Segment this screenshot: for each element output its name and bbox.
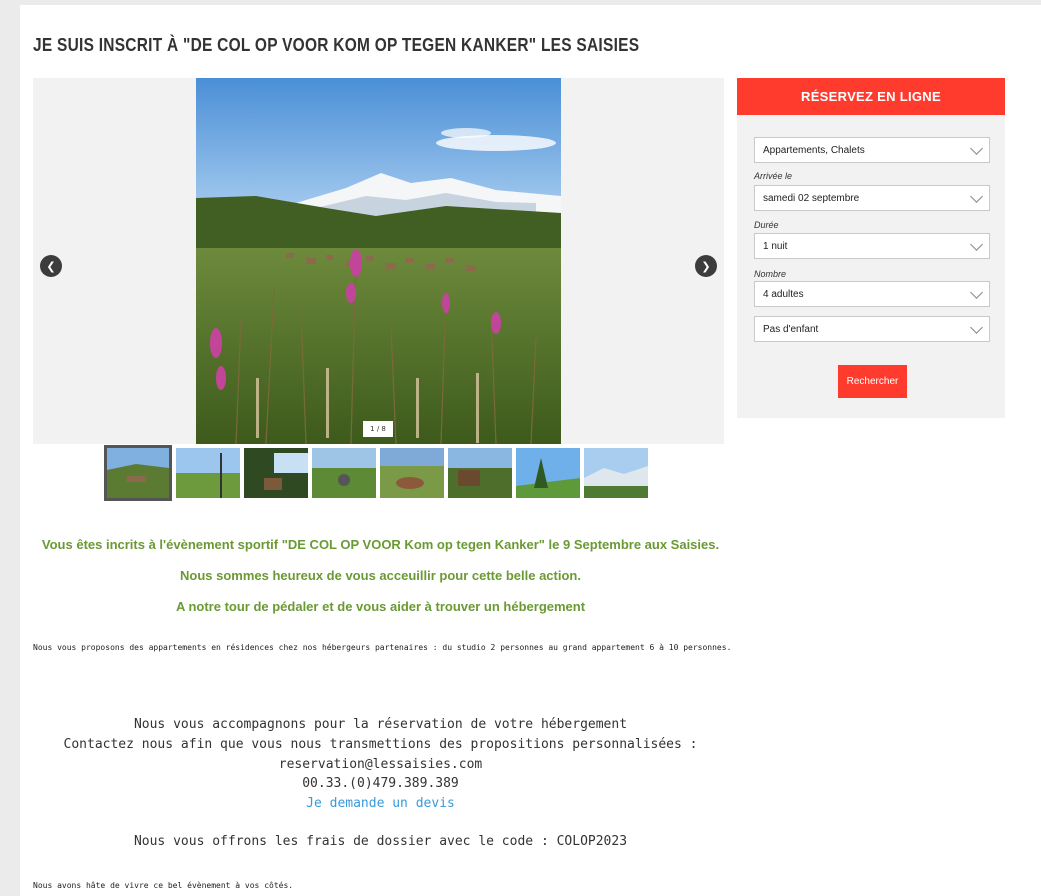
accommodation-type-select[interactable]: Appartements, Chalets — [754, 137, 990, 163]
arrival-date-select[interactable]: samedi 02 septembre — [754, 185, 990, 211]
booking-panel: RÉSERVEZ EN LIGNE Appartements, Chalets … — [737, 78, 1005, 418]
search-button[interactable]: Rechercher — [838, 365, 907, 398]
arrival-date-value: samedi 02 septembre — [763, 192, 860, 204]
slide-counter: 1 / 8 — [363, 421, 393, 437]
thumbnail-6[interactable] — [448, 448, 512, 498]
contact-email: reservation@lessaisies.com — [278, 757, 483, 772]
booking-header: RÉSERVEZ EN LIGNE — [737, 78, 1005, 115]
accommodation-type-value: Appartements, Chalets — [763, 144, 865, 156]
adults-select[interactable]: 4 adultes — [754, 281, 990, 307]
number-label: Nombre — [754, 269, 787, 279]
offer-paragraph: Nous vous proposons des appartements en … — [33, 643, 732, 652]
chevron-down-icon — [970, 286, 983, 299]
contact-line-2: Contactez nous afin que vous nous transm… — [63, 737, 698, 752]
chevron-right-icon[interactable]: ❯ — [695, 255, 717, 277]
contact-phone: 00.33.(0)479.389.389 — [302, 776, 459, 791]
thumbnail-3[interactable] — [244, 448, 308, 498]
chevron-down-icon — [970, 238, 983, 251]
closing-line: Nous avons hâte de vivre ce bel évènemen… — [33, 881, 294, 890]
promo-code-line: Nous vous offrons les frais de dossier a… — [133, 834, 628, 849]
thumbnail-5[interactable] — [380, 448, 444, 498]
children-select[interactable]: Pas d'enfant — [754, 316, 990, 342]
carousel-main-image — [196, 78, 561, 444]
thumbnail-strip — [104, 445, 648, 501]
thumbnail-8[interactable] — [584, 448, 648, 498]
thumbnail-7[interactable] — [516, 448, 580, 498]
chevron-down-icon — [970, 142, 983, 155]
adults-value: 4 adultes — [763, 288, 804, 300]
page-title: JE SUIS INSCRIT À "DE COL OP VOOR KOM OP… — [33, 35, 640, 55]
contact-line-1: Nous vous accompagnons pour la réservati… — [133, 717, 628, 732]
chevron-down-icon — [970, 190, 983, 203]
children-value: Pas d'enfant — [763, 323, 819, 335]
page-content: JE SUIS INSCRIT À "DE COL OP VOOR KOM OP… — [20, 5, 1041, 896]
duration-select[interactable]: 1 nuit — [754, 233, 990, 259]
duration-value: 1 nuit — [763, 240, 788, 252]
thumbnail-2[interactable] — [176, 448, 240, 498]
quote-request-link[interactable]: Je demande un devis — [20, 796, 741, 811]
thumbnail-1[interactable] — [104, 445, 172, 501]
thumbnail-4[interactable] — [312, 448, 376, 498]
chevron-left-icon[interactable]: ❮ — [40, 255, 62, 277]
intro-line-3: A notre tour de pédaler et de vous aider… — [175, 599, 586, 614]
intro-line-2: Nous sommes heureux de vous acceuillir p… — [180, 568, 581, 583]
arrival-label: Arrivée le — [754, 171, 793, 181]
duration-label: Durée — [754, 220, 779, 230]
chevron-down-icon — [970, 321, 983, 334]
intro-line-1: Vous êtes incrits à l'évènement sportif … — [41, 537, 720, 552]
photo-carousel: ❮ ❯ 1 / 8 — [33, 78, 724, 444]
